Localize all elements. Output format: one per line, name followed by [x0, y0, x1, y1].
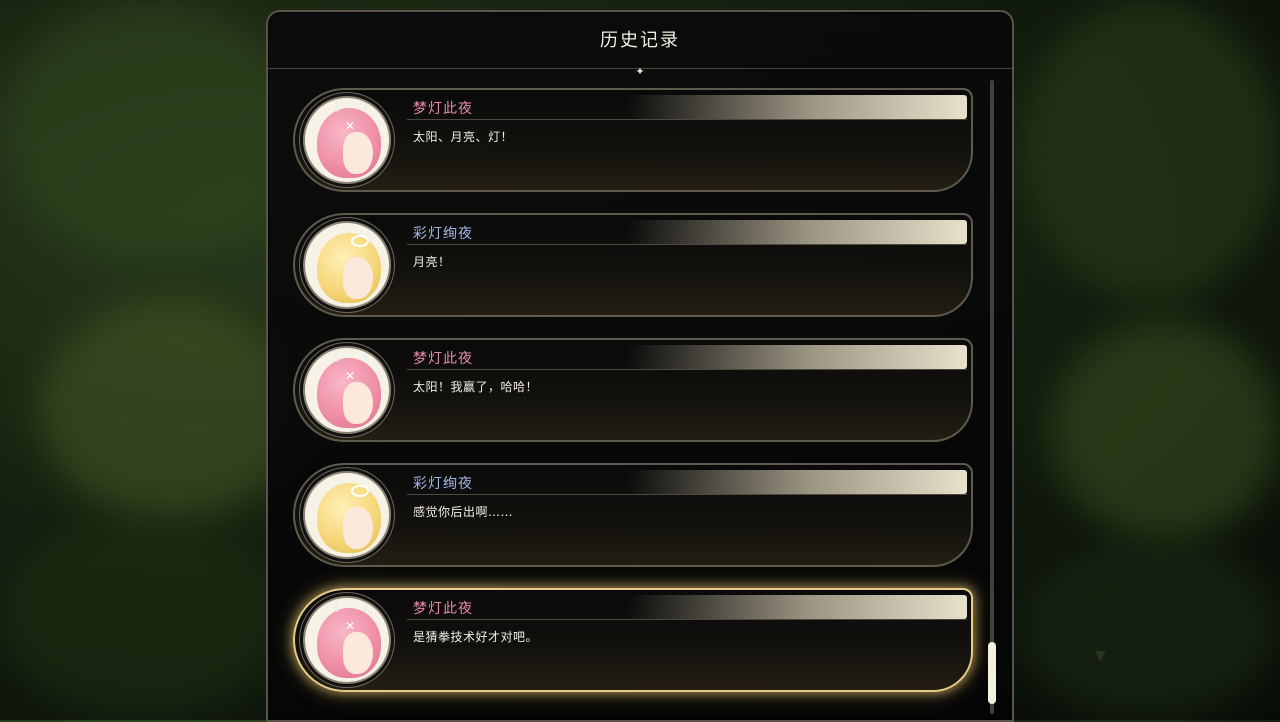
history-entry-selected[interactable]: ✕ 梦灯此夜 是猜拳技术好才对吧。 [293, 588, 973, 692]
scrollbar-thumb[interactable] [988, 642, 996, 704]
panel-header: 历史记录 [268, 12, 1012, 69]
pink-hair-character-avatar: ✕ [303, 96, 391, 184]
blonde-hair-character-avatar [303, 221, 391, 309]
history-entry[interactable]: 彩灯绚夜 月亮！ [293, 213, 973, 317]
name-bar [401, 95, 967, 119]
scrollbar-track[interactable] [990, 80, 994, 714]
dialog-text: 太阳、月亮、灯！ [413, 130, 514, 144]
star-ornament-icon: ✦ [635, 65, 645, 78]
speaker-name: 梦灯此夜 [413, 601, 473, 617]
dialog-text: 月亮！ [413, 255, 451, 269]
blonde-hair-character-avatar [303, 471, 391, 559]
advance-indicator-icon: ▼ [1095, 648, 1106, 664]
name-bar [401, 470, 967, 494]
dialog-text: 太阳！我赢了，哈哈！ [413, 380, 539, 394]
dialog-text: 感觉你后出啊…… [413, 505, 514, 519]
speaker-name: 彩灯绚夜 [413, 226, 473, 242]
dialog-text: 是猜拳技术好才对吧。 [413, 630, 539, 644]
history-entry[interactable]: ✕ 梦灯此夜 太阳！我赢了，哈哈！ [293, 338, 973, 442]
name-bar [401, 595, 967, 619]
pink-hair-character-avatar: ✕ [303, 346, 391, 434]
name-bar [401, 345, 967, 369]
page-title: 历史记录 [600, 30, 680, 51]
pink-hair-character-avatar: ✕ [303, 596, 391, 684]
history-entry[interactable]: 彩灯绚夜 感觉你后出啊…… [293, 463, 973, 567]
name-bar [401, 220, 967, 244]
history-entry[interactable]: ✕ 梦灯此夜 太阳、月亮、灯！ [293, 88, 973, 192]
speaker-name: 彩灯绚夜 [413, 476, 473, 492]
speaker-name: 梦灯此夜 [413, 351, 473, 367]
speaker-name: 梦灯此夜 [413, 101, 473, 117]
